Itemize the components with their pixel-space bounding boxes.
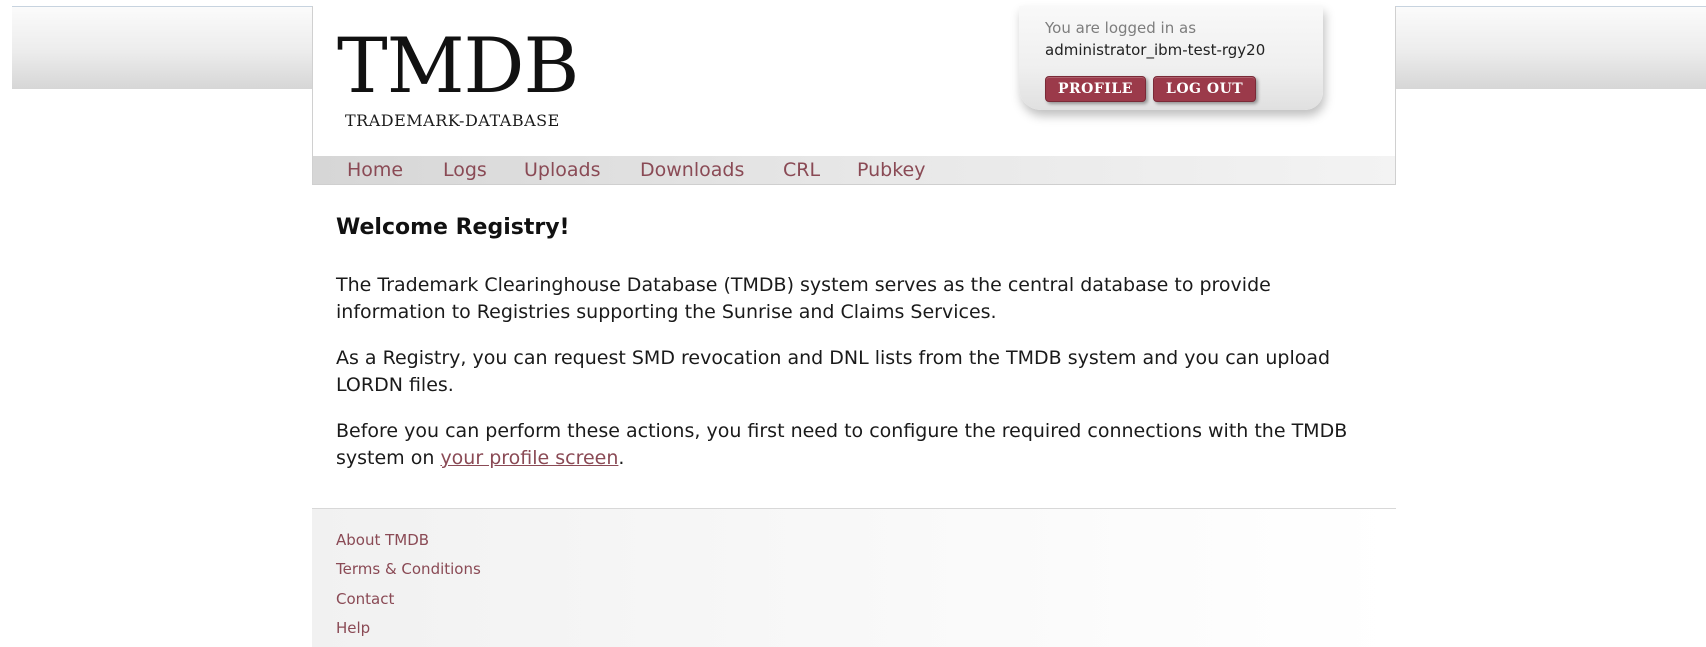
- logo-subtitle: TRADEMARK-DATABASE: [345, 111, 560, 130]
- nav-item-uploads[interactable]: Uploads: [524, 156, 600, 185]
- configure-paragraph: Before you can perform these actions, yo…: [336, 418, 1382, 472]
- profile-button[interactable]: PROFILE: [1045, 76, 1146, 102]
- logo-title: TMDB: [337, 21, 579, 110]
- profile-screen-link[interactable]: your profile screen: [440, 447, 618, 469]
- footer-link-contact[interactable]: Contact: [336, 590, 394, 608]
- intro-paragraph: The Trademark Clearinghouse Database (TM…: [336, 274, 1271, 323]
- footer-link-terms[interactable]: Terms & Conditions: [336, 560, 481, 578]
- footer-link-help[interactable]: Help: [336, 619, 370, 637]
- page-title: Welcome Registry!: [336, 215, 570, 240]
- nav-item-logs[interactable]: Logs: [443, 156, 487, 185]
- page-container: TMDB TRADEMARK-DATABASE You are logged i…: [312, 6, 1396, 647]
- main-content: Welcome Registry! The Trademark Clearing…: [336, 214, 1382, 469]
- logout-button[interactable]: LOG OUT: [1153, 76, 1257, 102]
- user-panel: You are logged in as administrator_ibm-t…: [1019, 6, 1323, 110]
- registry-paragraph: As a Registry, you can request SMD revoc…: [336, 347, 1331, 396]
- main-nav: Home Logs Uploads Downloads CRL Pubkey: [312, 156, 1396, 185]
- nav-item-home[interactable]: Home: [347, 156, 403, 185]
- username: administrator_ibm-test-rgy20: [1045, 41, 1266, 59]
- nav-item-pubkey[interactable]: Pubkey: [857, 156, 926, 185]
- footer-link-about[interactable]: About TMDB: [336, 531, 429, 549]
- tmdb-logo[interactable]: TMDB TRADEMARK-DATABASE: [337, 24, 597, 134]
- nav-item-crl[interactable]: CRL: [783, 156, 820, 185]
- nav-item-downloads[interactable]: Downloads: [640, 156, 744, 185]
- site-footer: About TMDB Terms & Conditions Contact He…: [312, 508, 1396, 647]
- logged-in-label: You are logged in as: [1045, 19, 1197, 37]
- configure-text-end: .: [618, 447, 625, 469]
